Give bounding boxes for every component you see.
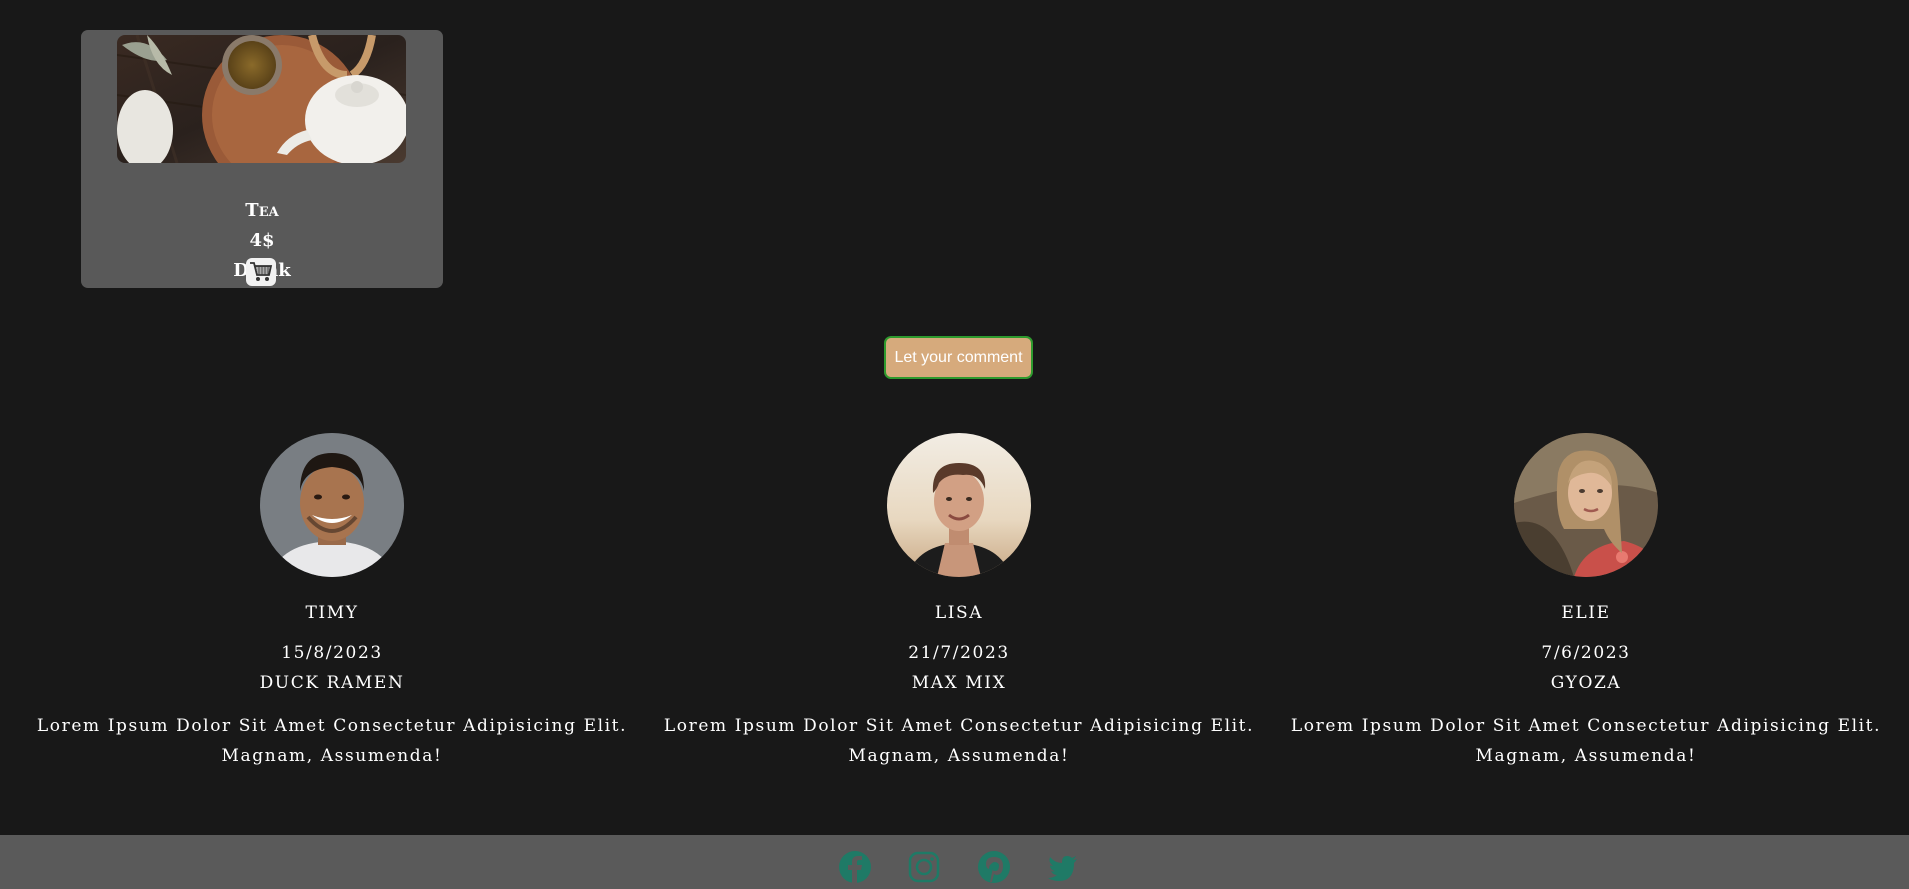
product-card: Tea 4$ Drink — [81, 30, 443, 288]
review-dish: Gyoza — [1550, 673, 1622, 693]
review-text: Lorem Ipsum Dolor Sit Amet Consectetur A… — [663, 716, 1255, 766]
review-date: 21/7/2023 — [908, 643, 1010, 663]
twitter-icon — [1048, 856, 1077, 881]
avatar — [887, 433, 1031, 577]
pinterest-icon — [978, 851, 1010, 883]
review-dish: Duck Ramen — [259, 673, 405, 693]
pinterest-link[interactable] — [977, 850, 1011, 884]
instagram-link[interactable] — [907, 850, 941, 884]
facebook-link[interactable] — [838, 850, 872, 884]
reviewer-name: Elie — [1561, 603, 1611, 623]
facebook-icon — [839, 851, 871, 883]
instagram-icon — [908, 851, 940, 883]
review-card: Elie 7/6/2023 Gyoza Lorem Ipsum Dolor Si… — [1276, 433, 1896, 771]
avatar — [260, 433, 404, 577]
twitter-link[interactable] — [1046, 850, 1080, 884]
footer — [0, 835, 1909, 889]
reviewer-name: Lisa — [934, 603, 984, 623]
product-price: 4$ — [249, 230, 275, 251]
review-text: Lorem Ipsum Dolor Sit Amet Consectetur A… — [36, 716, 628, 766]
reviewer-name: Timy — [305, 603, 359, 623]
review-dish: Max Mix — [911, 673, 1007, 693]
review-date: 15/8/2023 — [281, 643, 383, 663]
tea-image — [117, 35, 406, 163]
product-name: Tea — [245, 200, 279, 221]
add-to-cart-button[interactable] — [246, 258, 276, 286]
review-card: Timy 15/8/2023 Duck Ramen Lorem Ipsum Do… — [22, 433, 642, 771]
review-text: Lorem Ipsum Dolor Sit Amet Consectetur A… — [1290, 716, 1882, 766]
avatar — [1514, 433, 1658, 577]
review-date: 7/6/2023 — [1541, 643, 1631, 663]
comment-button[interactable]: Let your comment — [884, 336, 1033, 379]
review-card: Lisa 21/7/2023 Max Mix Lorem Ipsum Dolor… — [649, 433, 1269, 771]
cart-icon — [250, 262, 273, 281]
